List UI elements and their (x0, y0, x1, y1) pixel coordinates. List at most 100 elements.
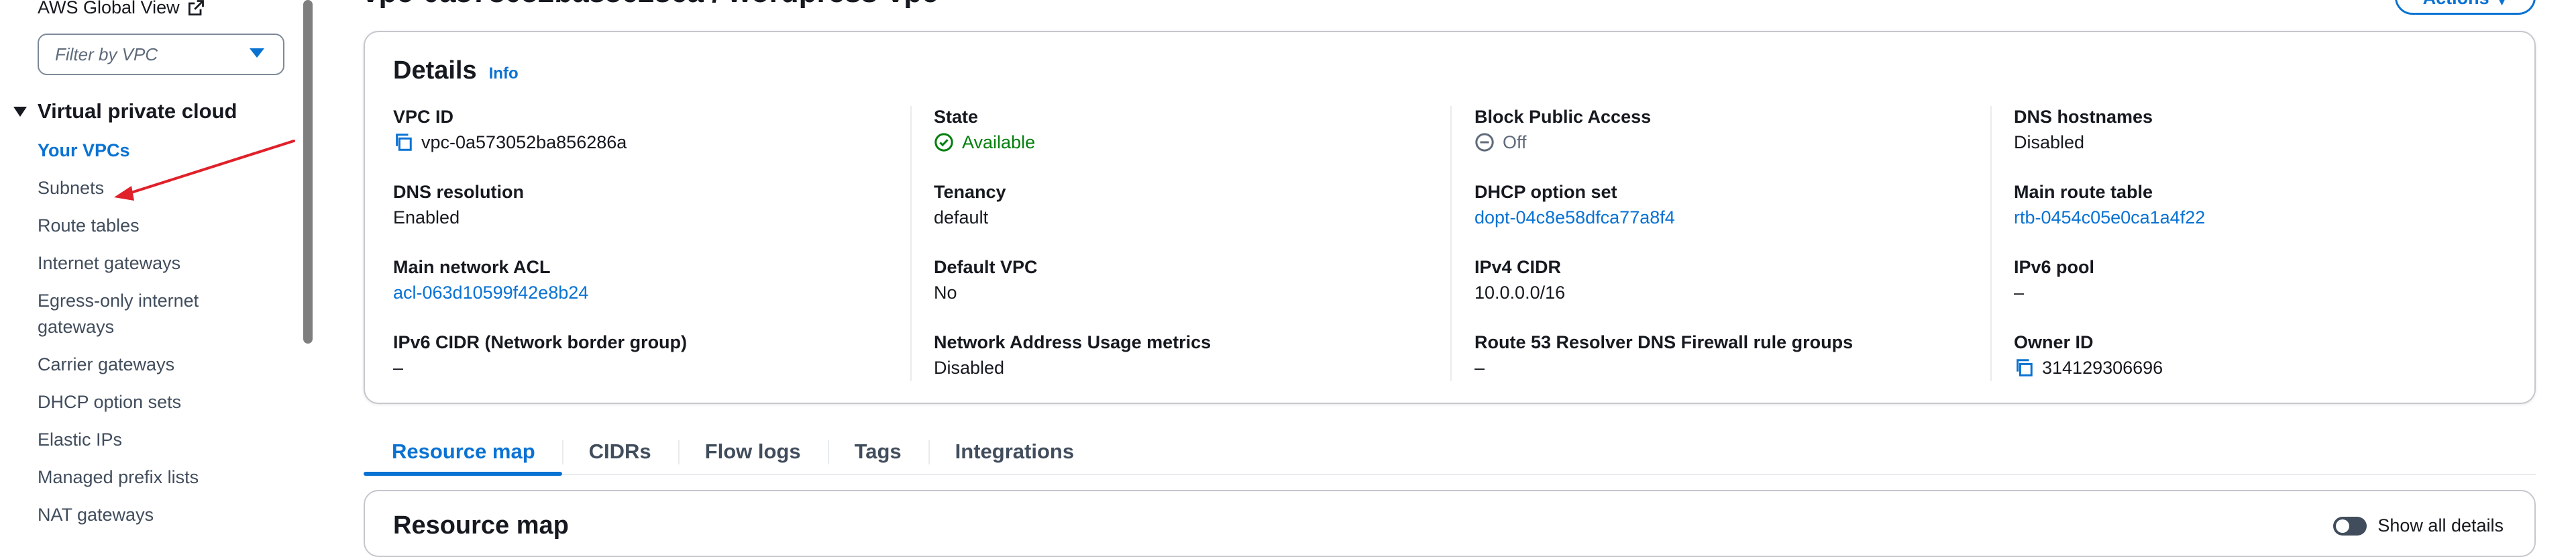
field-label: Tenancy (934, 182, 1006, 202)
nau-metrics-value: Disabled (934, 358, 1005, 378)
field-main-network-acl: Main network ACL acl-063d10599f42e8b24 (393, 255, 903, 330)
dns-hostnames-value: Disabled (2014, 132, 2085, 152)
field-label: VPC ID (393, 107, 454, 127)
field-value: Off (1474, 129, 1984, 156)
tab-tags[interactable]: Tags (827, 429, 928, 474)
vpc-id-value: vpc-0a573052ba856286a (421, 132, 627, 152)
details-column-1: VPC ID vpc-0a573052ba856286a DNS resolut… (393, 105, 903, 405)
block-public-access-value: Off (1503, 132, 1527, 152)
column-divider (910, 106, 912, 381)
field-owner-id: Owner ID 314129306696 (2014, 330, 2524, 405)
field-state: State Available (934, 105, 1444, 180)
show-all-details-label: Show all details (2377, 515, 2504, 536)
field-label: Network Address Usage metrics (934, 332, 1212, 352)
tab-flow-logs[interactable]: Flow logs (678, 429, 828, 474)
dhcp-option-set-link[interactable]: dopt-04c8e58dfca77a8f4 (1474, 204, 1984, 231)
field-label: Owner ID (2014, 332, 2094, 352)
caret-down-icon (13, 106, 27, 117)
main-network-acl-link[interactable]: acl-063d10599f42e8b24 (393, 279, 903, 306)
ipv4-cidr-value: 10.0.0.0/16 (1474, 283, 1566, 303)
actions-button-label: Actions (2423, 0, 2489, 9)
sidebar-item-elastic-ips[interactable]: Elastic IPs (38, 427, 239, 453)
field-network-address-usage-metrics: Network Address Usage metrics Disabled (934, 330, 1444, 405)
field-label: State (934, 107, 979, 127)
sidebar-item-your-vpcs[interactable]: Your VPCs (38, 138, 239, 164)
copy-icon[interactable] (2014, 358, 2034, 378)
field-default-vpc: Default VPC No (934, 255, 1444, 330)
actions-button[interactable]: Actions ▼ (2395, 0, 2536, 15)
field-main-route-table: Main route table rtb-0454c05e0ca1a4f22 (2014, 180, 2524, 255)
external-link-icon (188, 0, 204, 15)
toggle-switch[interactable] (2333, 516, 2367, 536)
info-link[interactable]: Info (489, 64, 519, 83)
sidebar: AWS Global View Filter by VPC Virtual pr… (0, 0, 302, 527)
tab-integrations[interactable]: Integrations (928, 429, 1101, 474)
field-ipv6-cidr: IPv6 CIDR (Network border group) – (393, 330, 903, 405)
status-stopped-icon (1475, 133, 1494, 152)
aws-global-view-link[interactable]: AWS Global View (38, 0, 205, 18)
aws-global-view-label: AWS Global View (38, 0, 180, 17)
status-success-icon (934, 133, 953, 152)
ipv6-pool-value: – (2014, 283, 2025, 303)
sidebar-item-route-tables[interactable]: Route tables (38, 213, 239, 239)
column-divider (1990, 106, 1992, 381)
field-route53-resolver-firewall: Route 53 Resolver DNS Firewall rule grou… (1474, 330, 1984, 405)
sidebar-item-egress-only-internet-gateways[interactable]: Egress-only internet gateways (38, 288, 239, 340)
details-column-2: State Available Tenancy default Default … (934, 105, 1444, 405)
main-route-table-link[interactable]: rtb-0454c05e0ca1a4f22 (2014, 204, 2524, 231)
route53-firewall-value: – (1474, 358, 1485, 378)
sidebar-section-virtual-private-cloud[interactable]: Virtual private cloud (13, 99, 237, 123)
field-label: DNS hostnames (2014, 107, 2153, 127)
caret-down-icon (250, 48, 264, 58)
copy-icon[interactable] (393, 132, 413, 152)
dns-resolution-value: Enabled (393, 207, 460, 227)
field-dns-resolution: DNS resolution Enabled (393, 180, 903, 255)
state-value: Available (962, 132, 1036, 152)
details-column-4: DNS hostnames Disabled Main route table … (2014, 105, 2524, 405)
field-tenancy: Tenancy default (934, 180, 1444, 255)
field-label: Default VPC (934, 257, 1038, 277)
details-column-3: Block Public Access Off DHCP option set … (1474, 105, 1984, 405)
field-label: Main network ACL (393, 257, 551, 277)
sidebar-nav-list: Your VPCs Subnets Route tables Internet … (38, 138, 239, 540)
sidebar-item-dhcp-option-sets[interactable]: DHCP option sets (38, 389, 239, 415)
sidebar-item-managed-prefix-lists[interactable]: Managed prefix lists (38, 464, 239, 491)
field-dhcp-option-set: DHCP option set dopt-04c8e58dfca77a8f4 (1474, 180, 1984, 255)
field-value: 314129306696 (2014, 354, 2524, 381)
caret-down-icon: ▼ (2496, 0, 2508, 8)
field-label: DHCP option set (1474, 182, 1617, 202)
field-label: IPv6 pool (2014, 257, 2095, 277)
field-label: IPv4 CIDR (1474, 257, 1562, 277)
default-vpc-value: No (934, 283, 957, 303)
resource-map-title: Resource map (393, 511, 569, 540)
tenancy-value: default (934, 207, 989, 227)
filter-by-vpc-placeholder: Filter by VPC (55, 44, 158, 64)
details-title: Details (393, 56, 477, 85)
sidebar-section-title: Virtual private cloud (38, 99, 237, 123)
sidebar-item-subnets[interactable]: Subnets (38, 175, 239, 201)
tab-cidrs[interactable]: CIDRs (561, 429, 678, 474)
tab-resource-map[interactable]: Resource map (364, 429, 562, 476)
column-divider (1450, 106, 1452, 381)
field-block-public-access: Block Public Access Off (1474, 105, 1984, 180)
ipv6-cidr-value: – (393, 358, 404, 378)
show-all-details-toggle[interactable]: Show all details (2333, 515, 2504, 536)
field-value: Available (934, 129, 1444, 156)
field-ipv6-pool: IPv6 pool – (2014, 255, 2524, 330)
sidebar-scrollbar-thumb[interactable] (303, 0, 313, 344)
resource-map-panel: Resource map Show all details (364, 490, 2536, 557)
field-label: Route 53 Resolver DNS Firewall rule grou… (1474, 332, 1854, 352)
field-ipv4-cidr: IPv4 CIDR 10.0.0.0/16 (1474, 255, 1984, 330)
field-label: Main route table (2014, 182, 2153, 202)
details-panel: Details Info VPC ID vpc-0a573052ba856286… (364, 31, 2536, 404)
owner-id-value: 314129306696 (2042, 358, 2163, 378)
field-value: vpc-0a573052ba856286a (393, 129, 903, 156)
sidebar-item-internet-gateways[interactable]: Internet gateways (38, 250, 239, 276)
filter-by-vpc-select[interactable]: Filter by VPC (38, 34, 284, 75)
field-label: IPv6 CIDR (Network border group) (393, 332, 688, 352)
field-label: Block Public Access (1474, 107, 1652, 127)
sidebar-item-carrier-gateways[interactable]: Carrier gateways (38, 352, 239, 378)
details-header: Details Info (393, 56, 519, 85)
sidebar-item-nat-gateways[interactable]: NAT gateways (38, 502, 239, 528)
field-vpc-id: VPC ID vpc-0a573052ba856286a (393, 105, 903, 180)
